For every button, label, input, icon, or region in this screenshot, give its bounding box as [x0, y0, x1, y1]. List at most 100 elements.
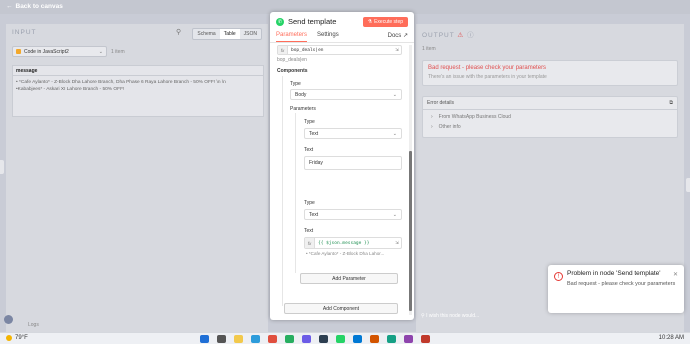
flask-icon: ⚗: [367, 18, 373, 25]
template-expression-field[interactable]: fx bop_deals|en ⇲: [277, 45, 402, 55]
feedback-text: I wish this node would...: [426, 313, 480, 319]
fx-icon: fx: [305, 238, 315, 248]
components-label: Components: [277, 68, 308, 74]
view-tab-table[interactable]: Table: [219, 29, 240, 39]
modal-title-text[interactable]: Send template: [288, 17, 336, 26]
detail-row-whatsapp[interactable]: › From WhatsApp Business Cloud: [423, 110, 677, 120]
node-settings-modal: ✆ Send template ⚗ Execute step Parameter…: [270, 12, 414, 320]
docs-link[interactable]: Docs ↗: [388, 32, 408, 39]
add-parameter-button[interactable]: Add Parameter: [300, 273, 398, 284]
app-icon[interactable]: [404, 335, 413, 343]
windows-start-icon[interactable]: [200, 335, 209, 343]
file-explorer-icon[interactable]: [234, 335, 243, 343]
tab-settings[interactable]: Settings: [317, 31, 339, 42]
detail-row-label: Other info: [438, 124, 461, 130]
whatsapp-icon: ✆: [276, 17, 284, 26]
output-title-text: OUTPUT: [422, 32, 455, 39]
add-component-button[interactable]: Add Component: [284, 303, 398, 314]
param2-expression-text: {{ $json.message }}: [318, 240, 370, 246]
copy-icon[interactable]: ⧉: [669, 100, 673, 106]
error-toast: ! Problem in node 'Send template' Bad re…: [548, 265, 684, 313]
component-guide-line: [282, 76, 283, 306]
toast-message: Bad request - please check your paramete…: [567, 281, 676, 287]
component-type-value: Body: [295, 91, 307, 98]
view-tab-schema[interactable]: Schema: [193, 29, 219, 39]
scrollbar-thumb[interactable]: [409, 151, 412, 311]
lightbulb-icon: ⚲: [421, 313, 425, 319]
left-drag-handle[interactable]: [0, 160, 4, 174]
code-node-icon: [16, 49, 21, 54]
weather-widget[interactable]: 79°F: [6, 335, 28, 341]
back-to-canvas-button[interactable]: ← Back to canvas: [6, 3, 63, 10]
sun-icon: [6, 335, 12, 341]
output-panel-title: OUTPUT ⚠ ⓘ: [422, 29, 475, 39]
app-icon[interactable]: [421, 335, 430, 343]
toast-title: Problem in node 'Send template': [567, 270, 661, 277]
app-icon[interactable]: [370, 335, 379, 343]
error-icon: !: [554, 272, 563, 281]
app-icon[interactable]: [353, 335, 362, 343]
param2-text-label: Text: [304, 228, 314, 234]
help-icon: ⓘ: [467, 32, 475, 39]
view-tab-json[interactable]: JSON: [240, 29, 261, 39]
table-cell-line: •Kababjees* - Askari XI Lahore Branch - …: [16, 87, 125, 92]
chrome-icon[interactable]: [268, 335, 277, 343]
search-icon[interactable]: ⚲: [176, 28, 181, 36]
app-icon[interactable]: [319, 335, 328, 343]
modal-header: ✆ Send template ⚗ Execute step: [270, 12, 414, 31]
error-details-header: Error details ⧉: [423, 97, 677, 110]
table-cell: • *Cafe Aylanto* - Z-Block Dha Lahore Br…: [13, 76, 263, 96]
logs-label[interactable]: Logs: [28, 322, 39, 328]
close-icon[interactable]: ✕: [673, 271, 678, 278]
param1-type-select[interactable]: Text ⌄: [304, 128, 402, 139]
chevron-right-icon: ›: [431, 124, 433, 130]
detail-row-other-info[interactable]: › Other info: [423, 120, 677, 130]
param1-type-label: Type: [304, 119, 315, 125]
param2-resolved-preview: • *Cafe Aylanto* - Z-Block Dha Lahor...: [306, 251, 385, 256]
warning-icon: ⚠: [457, 32, 465, 39]
table-column-header: message: [13, 66, 263, 76]
edge-icon[interactable]: [251, 335, 260, 343]
template-expression-text: bop_deals|en: [291, 47, 324, 53]
avatar[interactable]: [4, 315, 13, 324]
whatsapp-icon[interactable]: [336, 335, 345, 343]
search-icon[interactable]: [217, 335, 226, 343]
error-title: Bad request - please check your paramete…: [428, 65, 547, 71]
chevron-down-icon: ⌄: [392, 130, 397, 137]
input-panel: INPUT ⚲ Schema Table JSON Code in JavaSc…: [6, 24, 268, 332]
error-box: Bad request - please check your paramete…: [422, 60, 678, 86]
docs-label: Docs: [387, 33, 402, 39]
chevron-right-icon: ›: [431, 114, 433, 120]
detail-row-label: From WhatsApp Business Cloud: [438, 114, 511, 120]
expand-icon[interactable]: ⇲: [393, 47, 401, 53]
input-table: message • *Cafe Aylanto* - Z-Block Dha L…: [12, 65, 264, 117]
right-drag-handle[interactable]: [686, 178, 690, 192]
param2-type-label: Type: [304, 200, 315, 206]
expand-icon[interactable]: ⇲: [393, 240, 401, 246]
component-type-select[interactable]: Body ⌄: [290, 89, 402, 100]
app-icon[interactable]: [285, 335, 294, 343]
taskbar-apps: [200, 335, 430, 343]
execute-step-label: Execute step: [374, 18, 403, 25]
modal-tabs: Parameters Settings Docs ↗: [270, 31, 414, 43]
param2-type-select[interactable]: Text ⌄: [304, 209, 402, 220]
param1-type-value: Text: [309, 130, 319, 137]
parameter-guide-line: [295, 113, 296, 273]
param1-text-label: Text: [304, 147, 314, 153]
chevron-down-icon: ⌄: [392, 211, 397, 218]
template-resolved-value: bop_deals|en: [277, 57, 307, 63]
fx-icon: fx: [278, 46, 288, 54]
output-item-count: 1 item: [422, 46, 436, 52]
execute-step-button[interactable]: ⚗ Execute step: [362, 16, 408, 27]
param1-text-input[interactable]: Friday: [304, 156, 402, 170]
external-link-icon: ↗: [402, 33, 408, 39]
feedback-link[interactable]: ⚲ I wish this node would...: [421, 313, 479, 319]
tab-parameters[interactable]: Parameters: [276, 31, 308, 42]
source-node-select[interactable]: Code in JavaScript2 ⌄: [12, 46, 107, 57]
chevron-down-icon: ⌄: [98, 48, 103, 55]
app-icon[interactable]: [302, 335, 311, 343]
param2-expression-field[interactable]: fx {{ $json.message }} ⇲: [304, 237, 402, 249]
app-icon[interactable]: [387, 335, 396, 343]
clock[interactable]: 10:28 AM: [659, 335, 684, 341]
view-switcher: Schema Table JSON: [192, 28, 262, 40]
